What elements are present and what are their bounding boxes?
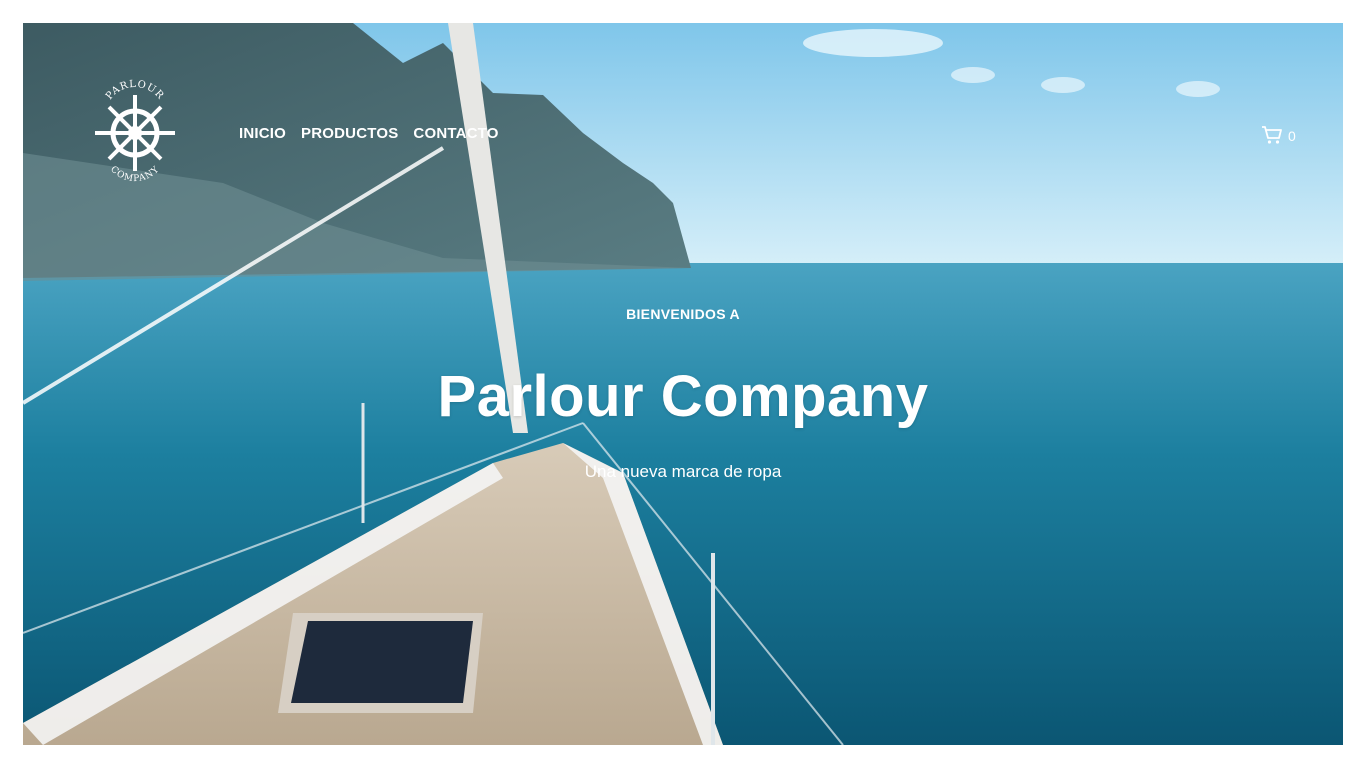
nav-item-productos[interactable]: PRODUCTOS [301,125,398,142]
hero-eyebrow: BIENVENIDOS A [626,306,740,322]
main-nav: INICIO PRODUCTOS CONTACTO [239,125,499,142]
shopping-cart-icon [1262,126,1282,144]
logo[interactable]: PARLOUR COMPANY [91,77,179,189]
nav-item-inicio[interactable]: INICIO [239,125,286,142]
hero-title: Parlour Company [437,364,929,429]
site-header: PARLOUR COMPANY INICIO PRODUCTOS CONTACT… [23,23,1343,203]
page: PARLOUR COMPANY INICIO PRODUCTOS CONTACT… [0,0,1366,768]
nav-item-contacto[interactable]: CONTACTO [413,125,498,142]
hero-banner: PARLOUR COMPANY INICIO PRODUCTOS CONTACT… [23,23,1343,745]
cart-button[interactable]: 0 [1261,125,1296,145]
hero-subtitle: Una nueva marca de ropa [584,462,782,481]
ship-wheel-icon: PARLOUR COMPANY [95,79,175,184]
cart-count: 0 [1288,128,1296,144]
